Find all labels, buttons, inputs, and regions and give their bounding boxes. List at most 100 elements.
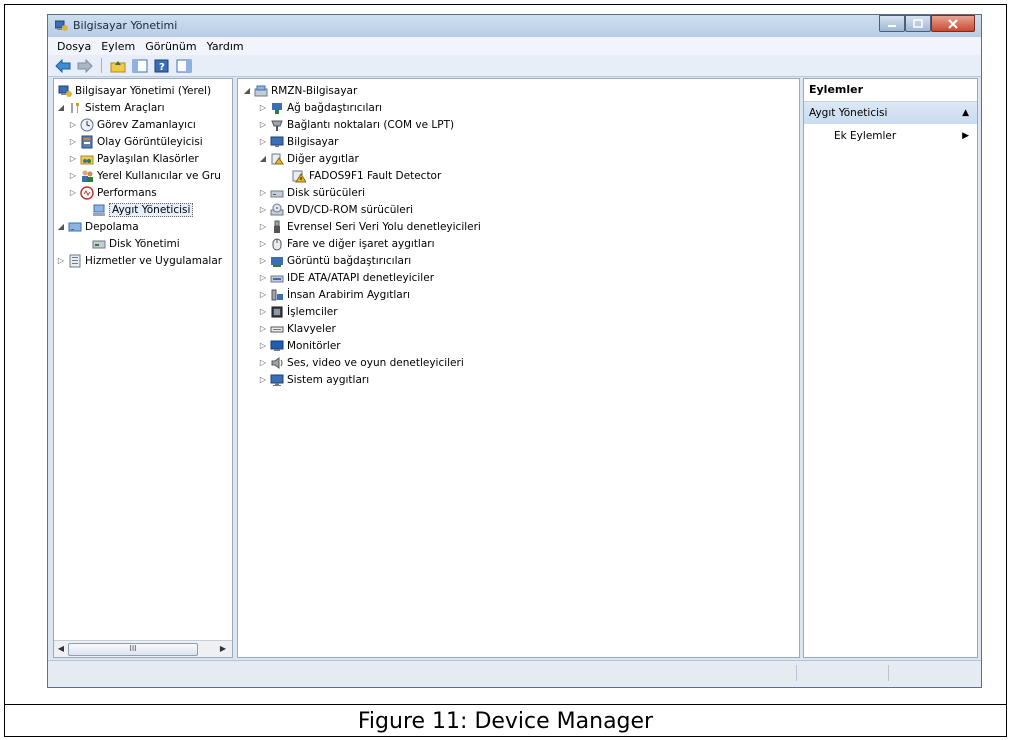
device-category-label: Evrensel Seri Veri Yolu denetleyicileri xyxy=(287,220,481,233)
collapsed-triangle-icon[interactable]: ▷ xyxy=(68,120,78,130)
device-category-label: İnsan Arabirim Aygıtları xyxy=(287,288,410,301)
collapsed-triangle-icon[interactable]: ▷ xyxy=(258,273,268,283)
scroll-left-arrow-icon[interactable]: ◀ xyxy=(55,643,67,655)
device-category-usb[interactable]: ▷ Evrensel Seri Veri Yolu denetleyiciler… xyxy=(258,218,481,235)
device-category-ports[interactable]: ▷ Bağlantı noktaları (COM ve LPT) xyxy=(258,116,454,133)
forward-button[interactable] xyxy=(76,57,94,74)
collapsed-triangle-icon[interactable]: ▷ xyxy=(258,256,268,266)
collapsed-triangle-icon[interactable]: ▷ xyxy=(258,324,268,334)
device-category-system[interactable]: ▷ Sistem aygıtları xyxy=(258,371,369,388)
device-category-ide[interactable]: ▷ IDE ATA/ATAPI denetleyiciler xyxy=(258,269,434,286)
back-arrow-icon xyxy=(55,58,71,73)
device-category-monitors[interactable]: ▷ Monitörler xyxy=(258,337,341,354)
device-category-label: Görüntü bağdaştırıcıları xyxy=(287,254,412,267)
tree-item-task-scheduler[interactable]: ▷ Görev Zamanlayıcı xyxy=(68,116,196,133)
menu-dosya[interactable]: Dosya xyxy=(52,40,96,53)
collapsed-triangle-icon[interactable]: ▷ xyxy=(258,120,268,130)
tree-item-device-manager[interactable]: Aygıt Yöneticisi xyxy=(90,201,194,218)
collapsed-triangle-icon[interactable]: ▷ xyxy=(258,205,268,215)
device-category-hid[interactable]: ▷ İnsan Arabirim Aygıtları xyxy=(258,286,410,303)
console-tree-pane[interactable]: Bilgisayar Yönetimi (Yerel) ◢ Sistem Ara… xyxy=(53,78,233,658)
device-tree-pane[interactable]: ◢ RMZN-Bilgisayar ▷ Ağ bağdaştırıcıları … xyxy=(237,78,800,658)
show-hide-tree-button[interactable] xyxy=(131,57,149,74)
collapsed-triangle-icon[interactable]: ▷ xyxy=(68,137,78,147)
minimize-button[interactable] xyxy=(879,15,905,32)
device-category-processors[interactable]: ▷ İşlemciler xyxy=(258,303,338,320)
submenu-arrow-icon[interactable]: ▶ xyxy=(962,127,969,145)
collapsed-triangle-icon[interactable]: ▷ xyxy=(68,154,78,164)
status-divider xyxy=(796,665,797,681)
tree-item-disk-management[interactable]: Disk Yönetimi xyxy=(90,235,180,252)
window-controls xyxy=(879,15,975,33)
tree-item-services-apps[interactable]: ▷ Hizmetler ve Uygulamalar xyxy=(56,252,222,269)
menu-gorunum[interactable]: Görünüm xyxy=(140,40,201,53)
collapsed-triangle-icon[interactable]: ▷ xyxy=(258,341,268,351)
collapsed-triangle-icon[interactable]: ▷ xyxy=(258,375,268,385)
device-category-other[interactable]: ◢ Diğer aygıtlar xyxy=(258,150,359,167)
tree-item-local-users[interactable]: ▷ Yerel Kullanıcılar ve Gru xyxy=(68,167,221,184)
device-tree-root[interactable]: ◢ RMZN-Bilgisayar xyxy=(242,82,357,99)
collapsed-triangle-icon[interactable]: ▷ xyxy=(258,103,268,113)
expanded-triangle-icon[interactable]: ◢ xyxy=(56,103,66,113)
device-category-label: Ses, video ve oyun denetleyicileri xyxy=(287,356,464,369)
scroll-thumb[interactable]: III xyxy=(68,643,198,656)
help-icon: ? xyxy=(154,59,169,73)
collapse-up-icon[interactable]: ▲ xyxy=(962,102,969,124)
users-icon xyxy=(80,169,94,183)
tree-item-shared-folders[interactable]: ▷ Paylaşılan Klasörler xyxy=(68,150,199,167)
horizontal-scrollbar[interactable]: ◀ III ▶ xyxy=(54,640,232,657)
collapsed-triangle-icon[interactable]: ▷ xyxy=(68,188,78,198)
device-category-dvd[interactable]: ▷ DVD/CD-ROM sürücüleri xyxy=(258,201,413,218)
tree-item-performance[interactable]: ▷ Performans xyxy=(68,184,157,201)
device-category-disk[interactable]: ▷ Disk sürücüleri xyxy=(258,184,365,201)
collapsed-triangle-icon[interactable]: ▷ xyxy=(258,290,268,300)
disk-drive-icon xyxy=(270,186,284,200)
collapsed-triangle-icon[interactable]: ▷ xyxy=(56,256,66,266)
scroll-right-arrow-icon[interactable]: ▶ xyxy=(217,643,229,655)
device-category-sound[interactable]: ▷ Ses, video ve oyun denetleyicileri xyxy=(258,354,464,371)
port-icon xyxy=(270,118,284,132)
device-category-network[interactable]: ▷ Ağ bağdaştırıcıları xyxy=(258,99,382,116)
back-button[interactable] xyxy=(54,57,72,74)
tree-item-label: Disk Yönetimi xyxy=(109,237,180,250)
show-hide-action-pane-button[interactable] xyxy=(175,57,193,74)
tree-item-storage[interactable]: ◢ Depolama xyxy=(56,218,139,235)
collapsed-triangle-icon[interactable]: ▷ xyxy=(258,188,268,198)
tree-item-event-viewer[interactable]: ▷ Olay Görüntüleyicisi xyxy=(68,133,203,150)
collapsed-triangle-icon[interactable]: ▷ xyxy=(258,222,268,232)
device-category-keyboards[interactable]: ▷ Klavyeler xyxy=(258,320,336,337)
collapsed-triangle-icon[interactable]: ▷ xyxy=(258,358,268,368)
expanded-triangle-icon[interactable]: ◢ xyxy=(258,154,268,164)
folder-up-icon xyxy=(110,60,126,72)
actions-section-device-manager[interactable]: Aygıt Yöneticisi ▲ xyxy=(804,102,977,124)
speaker-icon xyxy=(270,356,284,370)
tree-item-computer-management[interactable]: Bilgisayar Yönetimi (Yerel) xyxy=(56,82,211,99)
tree-item-system-tools[interactable]: ◢ Sistem Araçları xyxy=(56,99,165,116)
menu-eylem[interactable]: Eylem xyxy=(96,40,140,53)
device-category-mouse[interactable]: ▷ Fare ve diğer işaret aygıtları xyxy=(258,235,435,252)
help-button[interactable]: ? xyxy=(153,57,171,74)
device-category-display[interactable]: ▷ Görüntü bağdaştırıcıları xyxy=(258,252,411,269)
up-folder-button[interactable] xyxy=(109,57,127,74)
expanded-triangle-icon[interactable]: ◢ xyxy=(242,86,252,96)
close-button[interactable] xyxy=(931,15,975,32)
tree-item-label: Yerel Kullanıcılar ve Gru xyxy=(97,169,221,182)
more-actions-link[interactable]: Ek Eylemler xyxy=(834,127,896,145)
collapsed-triangle-icon[interactable]: ▷ xyxy=(68,171,78,181)
actions-section-label: Aygıt Yöneticisi xyxy=(809,107,888,119)
forward-arrow-icon xyxy=(77,58,93,73)
computer-icon xyxy=(254,84,268,98)
collapsed-triangle-icon[interactable]: ▷ xyxy=(258,307,268,317)
performance-icon xyxy=(80,185,94,200)
tree-item-label: Depolama xyxy=(85,220,139,233)
device-item-fault-detector[interactable]: FADOS9F1 Fault Detector xyxy=(290,167,441,184)
device-category-label: Bağlantı noktaları (COM ve LPT) xyxy=(287,118,455,131)
collapsed-triangle-icon[interactable]: ▷ xyxy=(258,239,268,249)
collapsed-triangle-icon[interactable]: ▷ xyxy=(258,137,268,147)
maximize-button[interactable] xyxy=(905,15,931,32)
menu-yardim[interactable]: Yardım xyxy=(202,40,249,53)
device-category-computer[interactable]: ▷ Bilgisayar xyxy=(258,133,339,150)
monitor-icon xyxy=(270,135,284,149)
expanded-triangle-icon[interactable]: ◢ xyxy=(56,222,66,232)
titlebar: Bilgisayar Yönetimi xyxy=(48,15,981,37)
